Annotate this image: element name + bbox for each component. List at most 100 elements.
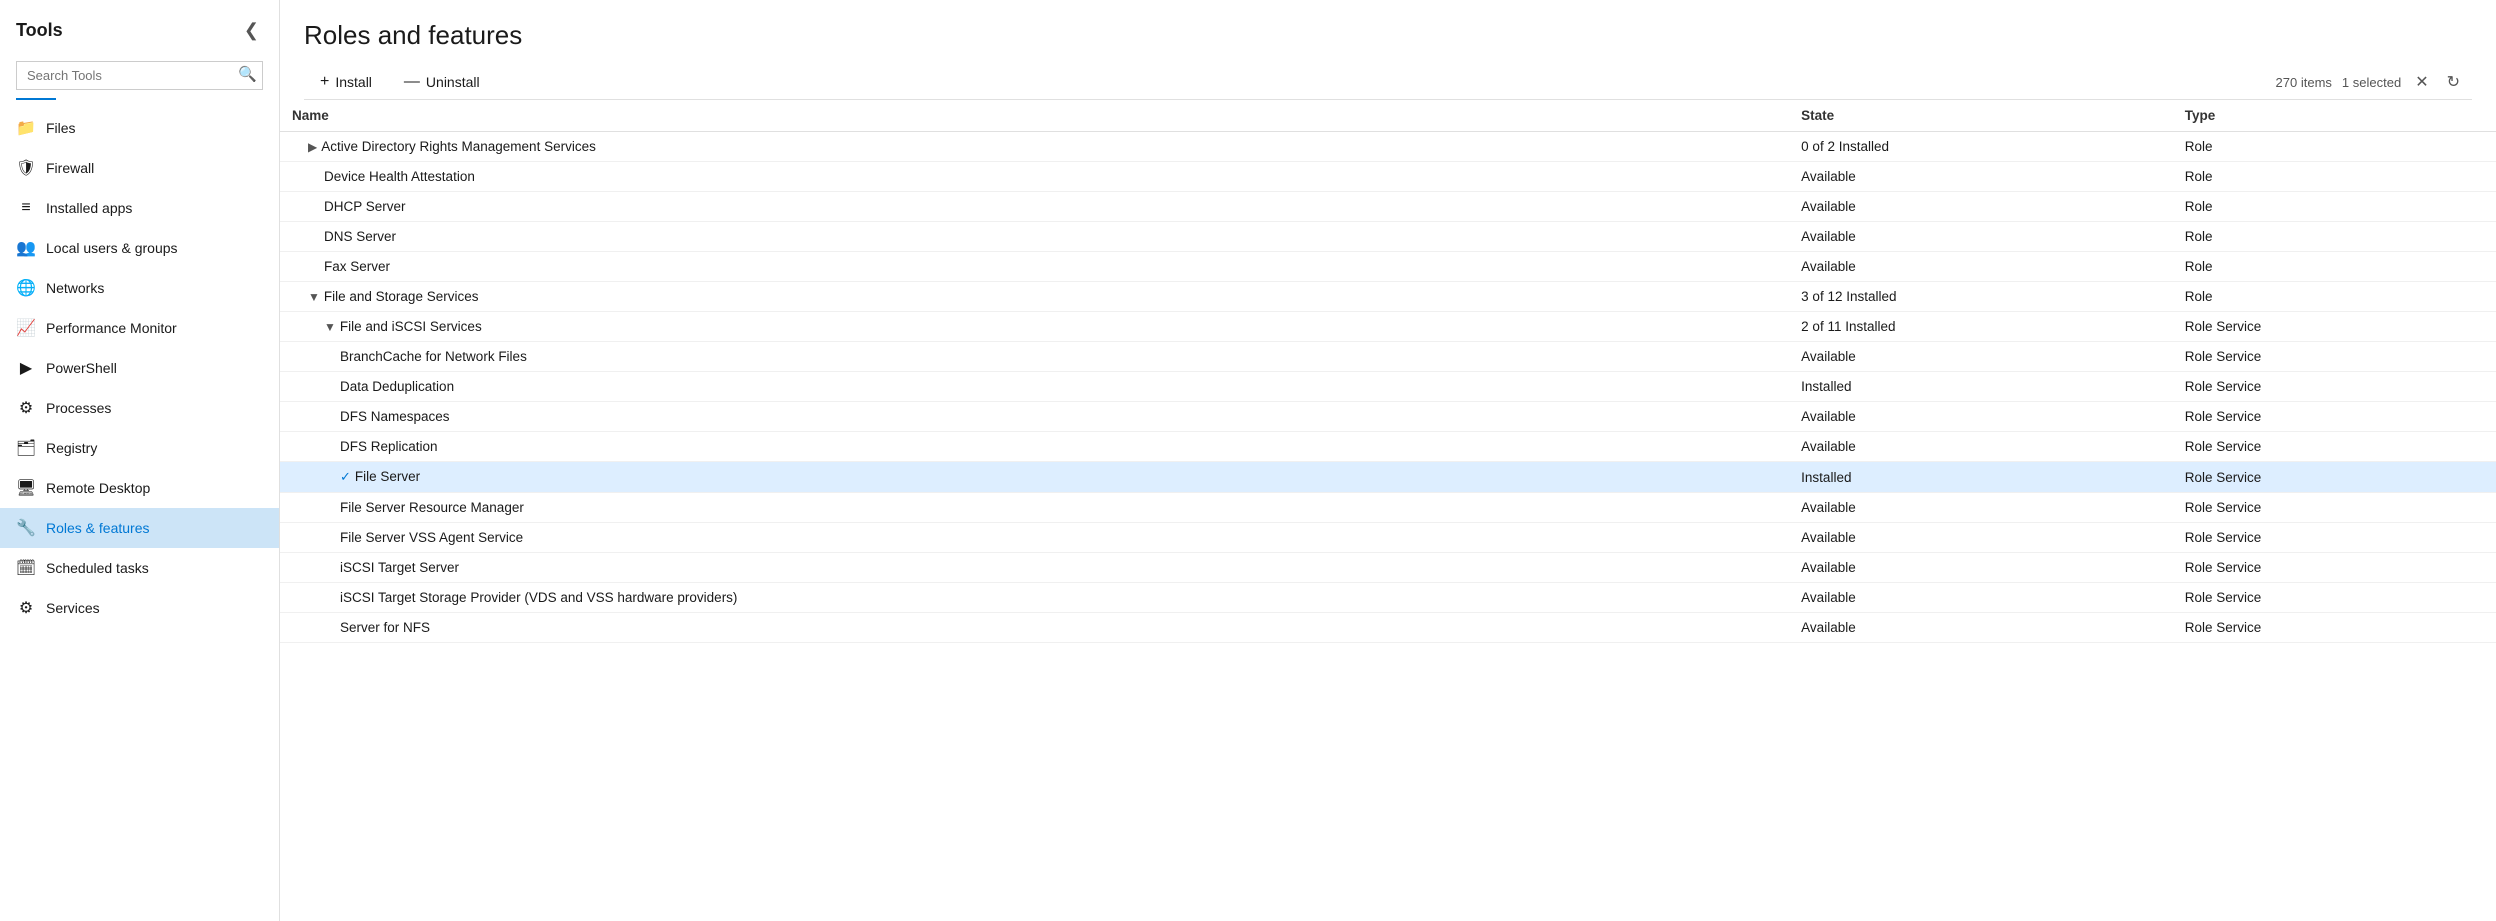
installed-apps-icon: ≡	[16, 198, 36, 218]
sidebar-item-label: Services	[46, 600, 263, 616]
sidebar: Tools ❮ 🔍 📁Files 🛡 Firewall ≡ Installed apps…	[0, 0, 280, 921]
cell-state: 2 of 11 Installed	[1789, 312, 2173, 342]
cell-type: Role Service	[2173, 462, 2496, 493]
cell-type: Role Service	[2173, 583, 2496, 613]
cell-name: DNS Server	[280, 222, 1789, 252]
table-row[interactable]: ▼File and Storage Services3 of 12 Instal…	[280, 282, 2496, 312]
table-row[interactable]: iSCSI Target ServerAvailableRole Service	[280, 553, 2496, 583]
cell-type: Role Service	[2173, 312, 2496, 342]
table-row[interactable]: DHCP ServerAvailableRole	[280, 192, 2496, 222]
sidebar-item-scheduled-tasks[interactable]: 🗓Scheduled tasks	[0, 548, 279, 588]
table-row[interactable]: Fax ServerAvailableRole	[280, 252, 2496, 282]
sidebar-item-remote-desktop[interactable]: 🖥Remote Desktop	[0, 468, 279, 508]
cell-state: Available	[1789, 192, 2173, 222]
cell-state: Available	[1789, 523, 2173, 553]
table-row[interactable]: DFS NamespacesAvailableRole Service	[280, 402, 2496, 432]
row-name-label: File Server	[355, 469, 420, 484]
services-icon: ⚙	[16, 598, 36, 618]
row-name-label: File and iSCSI Services	[340, 319, 482, 334]
sidebar-item-processes[interactable]: ⚙Processes	[0, 388, 279, 428]
cell-state: Available	[1789, 613, 2173, 643]
cell-state: 3 of 12 Installed	[1789, 282, 2173, 312]
cell-name: ▼File and iSCSI Services	[280, 312, 1789, 342]
search-icon[interactable]: 🔍	[238, 65, 257, 83]
main-panel: Roles and features + Install — Uninstall…	[280, 0, 2496, 921]
cell-name: DHCP Server	[280, 192, 1789, 222]
scheduled-tasks-icon: 🗓	[16, 558, 36, 578]
sidebar-item-label: Installed apps	[46, 200, 263, 216]
expand-button[interactable]: ▶	[308, 140, 321, 154]
sidebar-item-label: Remote Desktop	[46, 480, 263, 496]
sidebar-item-powershell[interactable]: ▶PowerShell	[0, 348, 279, 388]
sidebar-item-label: Networks	[46, 280, 263, 296]
cell-type: Role Service	[2173, 372, 2496, 402]
row-name-label: File Server VSS Agent Service	[340, 530, 523, 545]
uninstall-button[interactable]: — Uninstall	[388, 65, 496, 99]
install-button[interactable]: + Install	[304, 65, 388, 99]
table-row[interactable]: Data DeduplicationInstalledRole Service	[280, 372, 2496, 402]
cell-type: Role	[2173, 132, 2496, 162]
table-row[interactable]: ▶Active Directory Rights Management Serv…	[280, 132, 2496, 162]
cell-type: Role Service	[2173, 432, 2496, 462]
sidebar-item-networks[interactable]: 🌐 Networks	[0, 268, 279, 308]
sidebar-item-local-users-groups[interactable]: 👥 Local users & groups	[0, 228, 279, 268]
sidebar-nav: 📁Files 🛡 Firewall ≡ Installed apps 👥 Local use…	[0, 108, 279, 921]
sidebar-item-firewall[interactable]: 🛡 Firewall	[0, 148, 279, 188]
sidebar-item-installed-apps[interactable]: ≡ Installed apps	[0, 188, 279, 228]
firewall-icon: 🛡	[16, 158, 36, 178]
table-row[interactable]: DNS ServerAvailableRole	[280, 222, 2496, 252]
expand-button[interactable]: ▼	[324, 320, 340, 334]
sidebar-item-label: Local users & groups	[46, 240, 263, 256]
table-header: Name State Type	[280, 100, 2496, 132]
items-count: 270 items	[2276, 75, 2332, 90]
cell-type: Role	[2173, 192, 2496, 222]
clear-selection-button[interactable]: ✕	[2411, 68, 2432, 96]
local-users-groups-icon: 👥	[16, 238, 36, 258]
col-type: Type	[2173, 100, 2496, 132]
table-row[interactable]: ✓File ServerInstalledRole Service	[280, 462, 2496, 493]
table-row[interactable]: DFS ReplicationAvailableRole Service	[280, 432, 2496, 462]
row-name-label: Server for NFS	[340, 620, 430, 635]
table-row[interactable]: BranchCache for Network Files AvailableRo…	[280, 342, 2496, 372]
sidebar-item-registry[interactable]: 🗂Registry	[0, 428, 279, 468]
cell-state: Available	[1789, 162, 2173, 192]
table-row[interactable]: iSCSI Target Storage Provider (VDS and V…	[280, 583, 2496, 613]
cell-state: Available	[1789, 252, 2173, 282]
row-name-label: BranchCache for Network Files	[340, 349, 527, 364]
row-name-label: Fax Server	[324, 259, 390, 274]
cell-name: Fax Server	[280, 252, 1789, 282]
refresh-button[interactable]: ↻	[2443, 68, 2464, 96]
search-input[interactable]	[16, 61, 263, 90]
expand-button[interactable]: ▼	[308, 290, 324, 304]
performance-monitor-icon: 📈	[16, 318, 36, 338]
sidebar-item-label: Firewall	[46, 160, 263, 176]
sidebar-item-services[interactable]: ⚙ Services	[0, 588, 279, 628]
cell-type: Role Service	[2173, 342, 2496, 372]
networks-icon: 🌐	[16, 278, 36, 298]
sidebar-item-label: Processes	[46, 400, 263, 416]
roles-features-icon: 🔧	[16, 518, 36, 538]
row-name-label: File Server Resource Manager	[340, 500, 524, 515]
cell-type: Role Service	[2173, 402, 2496, 432]
install-label: Install	[335, 74, 372, 90]
cell-state: Available	[1789, 342, 2173, 372]
cell-name: BranchCache for Network Files	[280, 342, 1789, 372]
sidebar-title: Tools	[16, 20, 63, 41]
cell-type: Role	[2173, 282, 2496, 312]
sidebar-collapse-button[interactable]: ❮	[240, 16, 263, 45]
sidebar-underline	[16, 98, 56, 100]
sidebar-item-files[interactable]: 📁Files	[0, 108, 279, 148]
cell-type: Role	[2173, 222, 2496, 252]
plus-icon: +	[320, 73, 329, 91]
cell-state: Available	[1789, 432, 2173, 462]
table-row[interactable]: ▼File and iSCSI Services2 of 11 Installe…	[280, 312, 2496, 342]
sidebar-item-roles-features[interactable]: 🔧Roles & features	[0, 508, 279, 548]
table-row[interactable]: Server for NFS AvailableRole Service	[280, 613, 2496, 643]
sidebar-item-performance-monitor[interactable]: 📈Performance Monitor	[0, 308, 279, 348]
check-icon: ✓	[340, 469, 351, 484]
cell-name: DFS Replication	[280, 432, 1789, 462]
table-row[interactable]: File Server VSS Agent ServiceAvailableRo…	[280, 523, 2496, 553]
table-row[interactable]: File Server Resource ManagerAvailableRol…	[280, 493, 2496, 523]
table-row[interactable]: Device Health AttestationAvailableRole	[280, 162, 2496, 192]
cell-type: Role Service	[2173, 613, 2496, 643]
